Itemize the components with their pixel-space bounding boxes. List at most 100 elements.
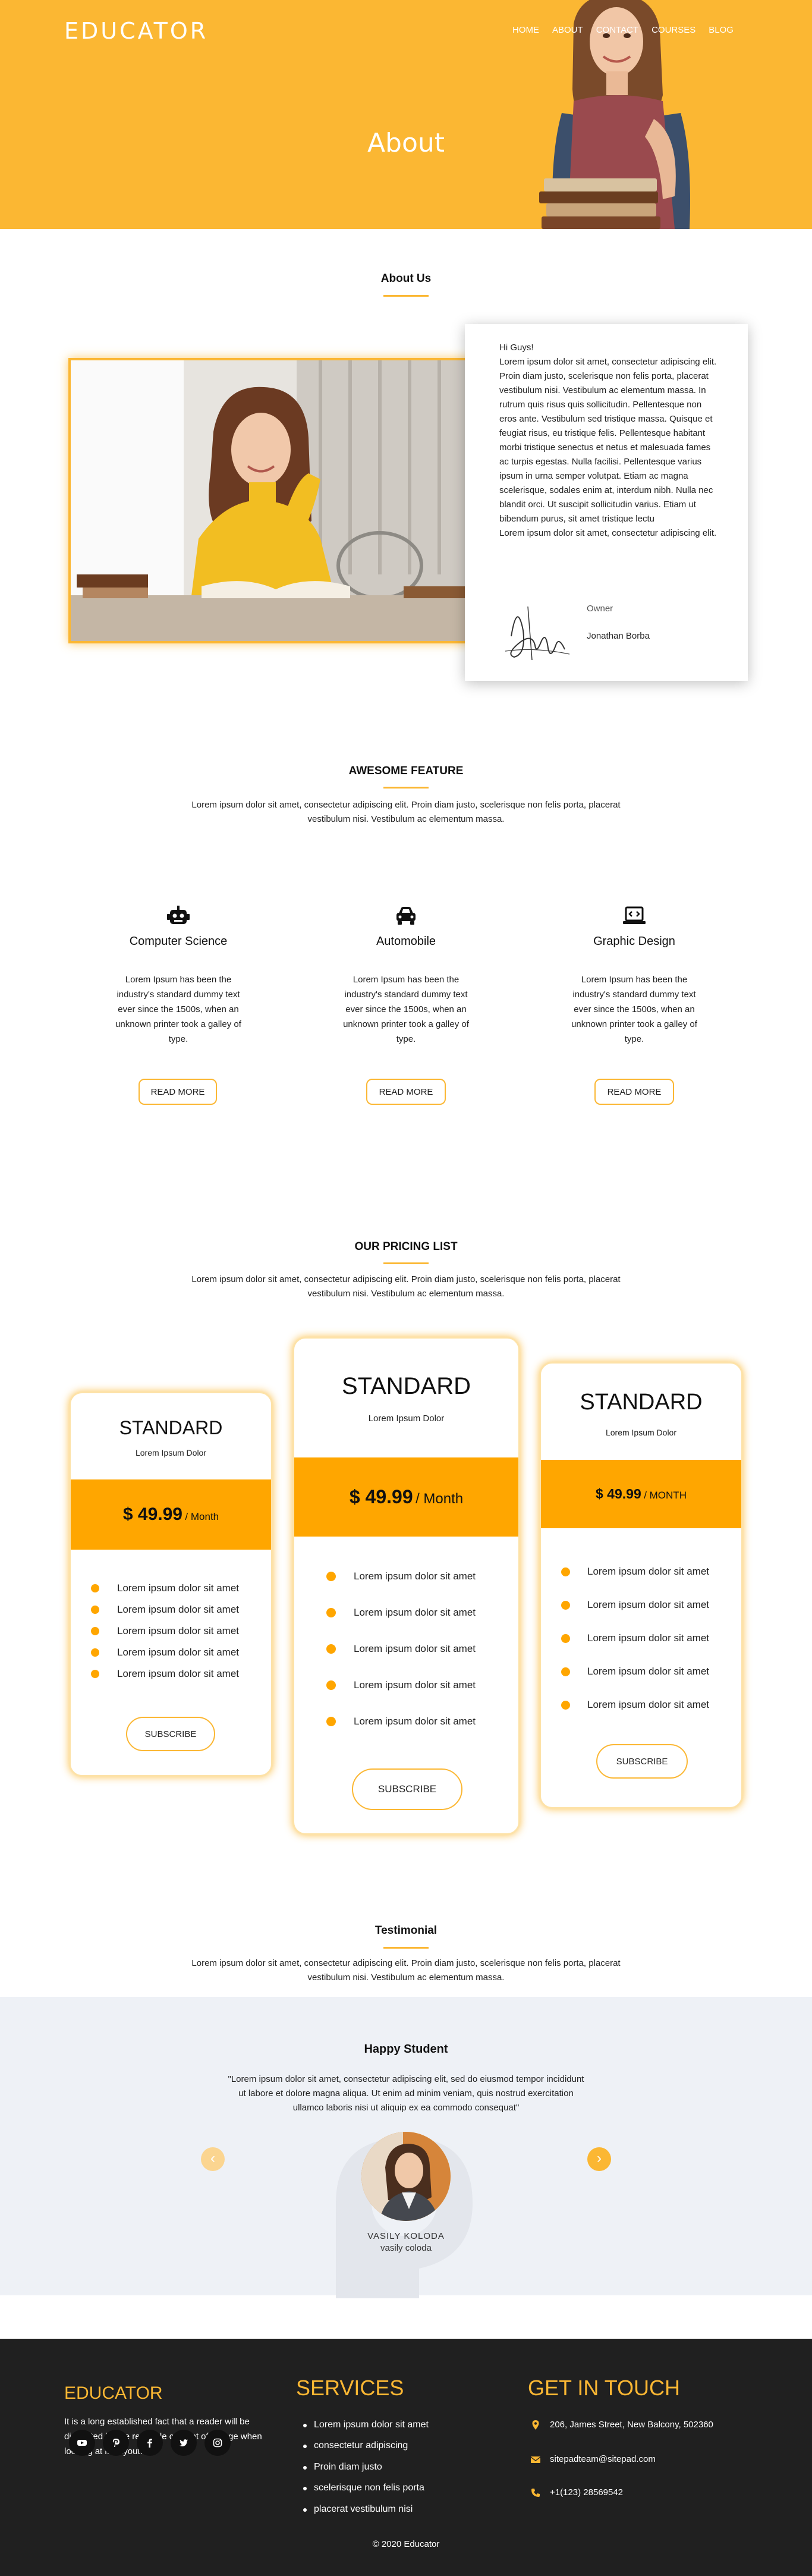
service-link[interactable]: consectetur adipiscing bbox=[303, 2440, 408, 2451]
about-photo bbox=[68, 358, 480, 643]
plan-subtitle: Lorem Ipsum Dolor bbox=[605, 1428, 677, 1437]
plan-price-band: $ 49.99 / Month bbox=[71, 1479, 271, 1550]
contact-address: 206, James Street, New Balcony, 502360 bbox=[532, 2420, 713, 2430]
feature-text: Lorem Ipsum has been the industry's stan… bbox=[343, 975, 469, 1044]
testimonial-subheading: Happy Student bbox=[364, 2043, 448, 2056]
contact-heading: GET IN TOUCH bbox=[528, 2376, 681, 2400]
service-link[interactable]: placerat vestibulum nisi bbox=[303, 2504, 413, 2515]
plan-price: $ 49.99 bbox=[596, 1486, 641, 1501]
social-youtube[interactable] bbox=[69, 2430, 95, 2456]
plan-name: STANDARD bbox=[119, 1417, 223, 1438]
page-title: About bbox=[367, 128, 445, 158]
pricing-card-2: STANDARD Lorem Ipsum Dolor $ 49.99 / Mon… bbox=[292, 1337, 520, 1835]
plan-price-band: $ 49.99 / Month bbox=[294, 1457, 518, 1537]
about-body: Lorem ipsum dolor sit amet, consectetur … bbox=[499, 357, 717, 524]
testimonial-heading: Testimonial bbox=[374, 1924, 438, 1937]
plan-period: / MONTH bbox=[644, 1490, 687, 1501]
about-card: Hi Guys! Lorem ipsum dolor sit amet, con… bbox=[465, 324, 748, 681]
contact-phone[interactable]: +1(123) 28569542 bbox=[531, 2487, 623, 2498]
feature-title: Computer Science bbox=[129, 935, 228, 948]
prev-testimonial-button[interactable]: ‹ bbox=[201, 2147, 225, 2171]
features-heading-underline bbox=[383, 787, 429, 788]
read-more-button-automobile[interactable]: READ MORE bbox=[366, 1079, 446, 1105]
feature-text: Lorem Ipsum has been the industry's stan… bbox=[115, 975, 241, 1044]
hero-banner: EDUCATOR HOME ABOUT CONTACT COURSES BLOG… bbox=[0, 0, 812, 229]
plan-feature: Lorem ipsum dolor sit amet bbox=[91, 1668, 239, 1680]
service-link[interactable]: Proin diam justo bbox=[303, 2462, 382, 2473]
pricing-heading: OUR PRICING LIST bbox=[354, 1240, 458, 1253]
service-link[interactable]: Lorem ipsum dolor sit amet bbox=[303, 2420, 429, 2430]
plan-feature: Lorem ipsum dolor sit amet bbox=[561, 1699, 709, 1711]
features-heading: AWESOME FEATURE bbox=[348, 765, 464, 777]
plan-price-band: $ 49.99 / MONTH bbox=[541, 1460, 741, 1528]
avatar bbox=[361, 2132, 451, 2221]
subscribe-button[interactable]: SUBSCRIBE bbox=[126, 1717, 215, 1751]
social-facebook[interactable] bbox=[137, 2430, 163, 2456]
testimonial-name: VASILY KOLODA bbox=[367, 2231, 445, 2241]
brand-logo[interactable]: EDUCATOR bbox=[64, 18, 208, 44]
feature-card-automobile: Automobile Lorem Ipsum has been the indu… bbox=[335, 905, 477, 1047]
contact-email[interactable]: sitepadteam@sitepad.com bbox=[531, 2454, 656, 2464]
social-instagram[interactable] bbox=[204, 2430, 231, 2456]
plan-period: / Month bbox=[416, 1491, 464, 1507]
testimonial-quote: "Lorem ipsum dolor sit amet, consectetur… bbox=[228, 2074, 584, 2113]
plan-feature: Lorem ipsum dolor sit amet bbox=[561, 1632, 709, 1644]
plan-feature: Lorem ipsum dolor sit amet bbox=[326, 1716, 476, 1727]
plan-name: STANDARD bbox=[580, 1390, 703, 1415]
plan-feature: Lorem ipsum dolor sit amet bbox=[91, 1625, 239, 1637]
feature-card-graphic-design: Graphic Design Lorem Ipsum has been the … bbox=[563, 905, 706, 1047]
owner-role: Owner bbox=[587, 604, 613, 614]
subscribe-button[interactable]: SUBSCRIBE bbox=[596, 1744, 688, 1779]
features-intro: Lorem ipsum dolor sit amet, consectetur … bbox=[191, 800, 621, 824]
plan-price: $ 49.99 bbox=[122, 1504, 182, 1524]
plan-feature: Lorem ipsum dolor sit amet bbox=[91, 1604, 239, 1616]
map-marker-icon bbox=[532, 2420, 539, 2430]
nav-blog[interactable]: BLOG bbox=[709, 25, 734, 35]
owner-name: Jonathan Borba bbox=[587, 631, 650, 641]
plan-feature: Lorem ipsum dolor sit amet bbox=[326, 1679, 476, 1691]
nav-about[interactable]: ABOUT bbox=[552, 25, 583, 35]
main-nav: HOME ABOUT CONTACT COURSES BLOG bbox=[512, 25, 734, 35]
testimonial-intro: Lorem ipsum dolor sit amet, consectetur … bbox=[191, 1958, 621, 1983]
feature-card-computer-science: Computer Science Lorem Ipsum has been th… bbox=[107, 905, 250, 1047]
plan-subtitle: Lorem Ipsum Dolor bbox=[368, 1413, 445, 1424]
subscribe-button[interactable]: SUBSCRIBE bbox=[352, 1768, 462, 1810]
plan-feature: Lorem ipsum dolor sit amet bbox=[561, 1599, 709, 1611]
testimonial-heading-underline bbox=[383, 1947, 429, 1949]
about-heading: About Us bbox=[380, 272, 432, 285]
plan-subtitle: Lorem Ipsum Dolor bbox=[135, 1448, 207, 1457]
next-testimonial-button[interactable]: › bbox=[587, 2147, 611, 2171]
robot-icon bbox=[167, 906, 190, 924]
youtube-icon bbox=[77, 2440, 87, 2446]
service-link[interactable]: scelerisque non felis porta bbox=[303, 2483, 424, 2493]
nav-home[interactable]: HOME bbox=[512, 25, 539, 35]
signature-image bbox=[505, 606, 570, 661]
twitter-icon bbox=[180, 2439, 188, 2446]
car-icon bbox=[396, 907, 416, 925]
nav-contact[interactable]: CONTACT bbox=[596, 25, 638, 35]
instagram-icon bbox=[213, 2438, 222, 2448]
read-more-button-graphic-design[interactable]: READ MORE bbox=[594, 1079, 674, 1105]
about-greeting: Hi Guys! bbox=[499, 343, 534, 353]
plan-feature: Lorem ipsum dolor sit amet bbox=[91, 1647, 239, 1658]
feature-title: Graphic Design bbox=[593, 935, 675, 948]
footer-brand: EDUCATOR bbox=[64, 2383, 163, 2403]
social-twitter[interactable] bbox=[171, 2430, 197, 2456]
plan-feature: Lorem ipsum dolor sit amet bbox=[326, 1607, 476, 1619]
about-heading-underline bbox=[383, 295, 429, 297]
plan-feature: Lorem ipsum dolor sit amet bbox=[561, 1566, 709, 1578]
plan-price: $ 49.99 bbox=[349, 1486, 413, 1507]
pricing-heading-underline bbox=[383, 1262, 429, 1264]
pricing-card-3: STANDARD Lorem Ipsum Dolor $ 49.99 / MON… bbox=[539, 1362, 743, 1809]
plan-feature: Lorem ipsum dolor sit amet bbox=[326, 1643, 476, 1655]
social-pinterest[interactable] bbox=[103, 2430, 129, 2456]
copyright: © 2020 Educator bbox=[372, 2539, 440, 2549]
plan-feature: Lorem ipsum dolor sit amet bbox=[91, 1582, 239, 1594]
feature-title: Automobile bbox=[376, 935, 436, 948]
about-body-2: Lorem ipsum dolor sit amet, consectetur … bbox=[499, 528, 717, 538]
phone-icon bbox=[531, 2489, 540, 2497]
read-more-button-computer-science[interactable]: READ MORE bbox=[139, 1079, 217, 1105]
feature-text: Lorem Ipsum has been the industry's stan… bbox=[571, 975, 697, 1044]
plan-name: STANDARD bbox=[341, 1373, 471, 1399]
nav-courses[interactable]: COURSES bbox=[652, 25, 695, 35]
